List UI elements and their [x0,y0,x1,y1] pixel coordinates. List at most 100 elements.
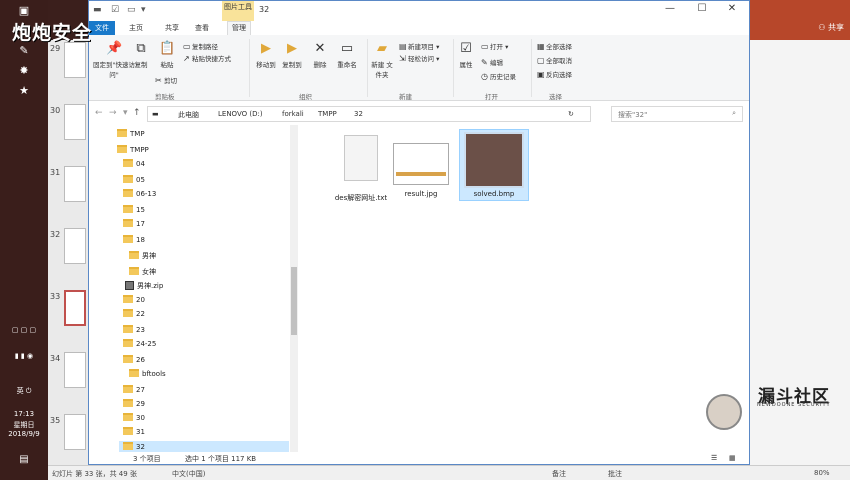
nav-folder[interactable]: bftools [129,369,166,378]
paste-shortcut-button[interactable]: ↗ 粘贴快捷方式 [183,53,231,63]
slide-thumbnail[interactable] [64,42,86,78]
comments-button[interactable]: 批注 [608,469,622,479]
pen-icon[interactable]: ✎ [14,44,34,58]
paste-button[interactable]: 📋 粘贴 [155,41,179,69]
copy-path-button[interactable]: ▭复制路径 [183,41,218,51]
slide-thumbnail[interactable] [64,414,86,450]
nav-folder[interactable]: 31 [123,427,145,436]
up-icon[interactable]: ↑ [133,108,141,118]
breadcrumb-item[interactable]: forkali [282,110,304,118]
nav-zip[interactable]: 男神.zip [125,281,163,291]
recent-dropdown-icon[interactable]: ▾ [123,108,128,118]
close-button[interactable]: ✕ [717,3,747,19]
breadcrumb-item[interactable]: LENOVO (D:) [218,110,263,118]
slide-thumbnail[interactable] [64,228,86,264]
tray-icons[interactable]: ▢ ▢ ▢ [0,326,48,334]
easy-access-icon: ⇲ [399,54,406,63]
zoom-level[interactable]: 80% [814,469,830,477]
nav-folder[interactable]: 男神 [129,251,156,261]
notes-button[interactable]: 备注 [552,469,566,479]
left-strip: ▣ ✎ ✸ ★ ▢ ▢ ▢ ▮ ▮ ◉ 英 ⏻ 17:13 星期日 2018/9… [0,0,48,480]
nav-folder[interactable]: 20 [123,295,145,304]
tab-share[interactable]: 共享 [165,23,179,33]
nav-folder[interactable]: 17 [123,219,145,228]
details-view-icon[interactable]: ☰ [711,454,717,462]
tray-icons-2[interactable]: ▮ ▮ ◉ [0,352,48,360]
tab-file[interactable]: 文件 [89,21,115,35]
copy-button[interactable]: ⧉ 复制 [129,41,153,69]
select-all-button[interactable]: ▦全部选择 [537,41,572,51]
large-icons-view-icon[interactable]: ▦ [729,454,736,462]
share-button[interactable]: ⚇ 共享 [818,22,844,33]
slide-thumbnail[interactable] [64,166,86,202]
tab-view[interactable]: 查看 [195,23,209,33]
breadcrumb-item[interactable]: TMPP [318,110,337,118]
minimize-button[interactable]: — [655,3,685,19]
ime-indicator[interactable]: 英 ⏻ [0,386,48,396]
refresh-icon[interactable]: ↻ [568,110,574,118]
file-item[interactable]: result.jpg [389,143,453,198]
delete-button[interactable]: ✕ 删除 [309,41,331,69]
select-none-button[interactable]: ▢全部取消 [537,55,572,65]
cut-button[interactable]: ✂ 剪切 [155,75,177,85]
title-bar: ▬ ☑ ▭ ▾ 图片工具 32 — ☐ ✕ [89,1,749,21]
language[interactable]: 中文(中国) [172,469,205,479]
nav-folder[interactable]: 05 [123,175,145,184]
tab-home[interactable]: 主页 [129,23,143,33]
nav-folder[interactable]: 04 [123,159,145,168]
back-icon[interactable]: ← [95,108,103,118]
new-item-button[interactable]: ▤新建项目 ▾ [399,41,439,51]
notification-icon[interactable]: ▤ [0,454,48,465]
fire-icon[interactable]: ✸ [14,64,34,78]
watermark: 炮炮安全 [12,22,93,44]
breadcrumb-item[interactable]: 32 [354,110,363,118]
move-to-button[interactable]: ▶ 移动到 [253,41,279,69]
slide-thumbnail-selected[interactable] [64,290,86,326]
file-item-selected[interactable]: solved.bmp [459,129,529,201]
nav-folder[interactable]: 27 [123,385,145,394]
slide-thumbnail[interactable] [64,352,86,388]
nav-folder[interactable]: 22 [123,309,145,318]
nav-folder[interactable]: 26 [123,355,145,364]
open-button[interactable]: ▭打开 ▾ [481,41,508,51]
clock-date: 2018/9/9 [8,430,40,438]
breadcrumb-item[interactable]: 此电脑 [178,110,199,120]
nav-folder[interactable]: 23 [123,325,145,334]
slideshow-icon[interactable]: ▣ [14,4,34,18]
maximize-button[interactable]: ☐ [687,3,717,19]
easy-access-button[interactable]: ⇲ 轻松访问 ▾ [399,53,439,63]
invert-selection-button[interactable]: ▣反向选择 [537,69,572,79]
nav-scrollbar[interactable] [290,125,298,452]
edit-button[interactable]: ✎ 编辑 [481,57,503,67]
rename-button[interactable]: ▭ 重命名 [333,41,361,69]
forward-icon[interactable]: → [109,108,117,118]
nav-folder[interactable]: 女神 [129,267,156,277]
slide-thumbnail[interactable] [64,104,86,140]
nav-folder[interactable]: 29 [123,399,145,408]
file-name: solved.bmp [473,190,515,198]
scrollbar-thumb[interactable] [291,267,297,335]
tab-manage[interactable]: 管理 [227,21,251,35]
nav-folder[interactable]: 30 [123,413,145,422]
nav-folder[interactable]: 15 [123,205,145,214]
star-icon[interactable]: ★ [14,84,34,98]
search-icon[interactable]: ⌕ [732,109,736,118]
history-button[interactable]: ◷ 历史记录 [481,71,516,81]
clock-time[interactable]: 17:13 [0,410,48,418]
properties-qa-icon[interactable]: ☑ [111,5,119,15]
nav-folder[interactable]: 18 [123,235,145,244]
address-field[interactable]: ▬ 此电脑 LENOVO (D:) forkali TMPP 32 ↻ [147,106,591,122]
nav-folder[interactable]: 24-25 [123,339,156,348]
nav-folder[interactable]: TMPP [117,145,149,154]
new-folder-qa-icon[interactable]: ▭ [127,5,136,15]
copy-to-icon: ▶ [287,41,297,56]
nav-folder[interactable]: 06-13 [123,189,156,198]
search-input[interactable]: 搜索"32" ⌕ [611,106,743,122]
nav-folder[interactable]: TMP [117,129,145,138]
copy-to-button[interactable]: ▶ 复制到 [279,41,305,69]
new-folder-button[interactable]: ▰ 新建 文件夹 [369,41,395,79]
qa-dropdown-icon[interactable]: ▾ [141,5,146,15]
properties-button[interactable]: ☑ 属性 [455,41,477,69]
logo-subtitle: NEWDOONE SECURITY [757,402,831,408]
nav-folder-selected[interactable]: 32 [123,442,145,451]
